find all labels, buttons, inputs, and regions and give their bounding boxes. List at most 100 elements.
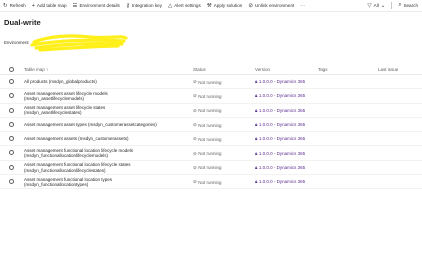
column-header-table-map[interactable]: Table map ↑ bbox=[24, 67, 48, 72]
column-header-last-issue[interactable]: Last issue bbox=[378, 67, 398, 72]
stopped-icon: ⊘ bbox=[193, 93, 197, 99]
table-map-name-line1: Asset management functional location lif… bbox=[24, 162, 131, 168]
version-link[interactable]: 🔒︎ 1.0.0.0 - Dynamics 365 bbox=[255, 122, 305, 127]
version-text: 1.0.0.0 - Dynamics 365 bbox=[258, 122, 306, 128]
add-table-map-label: Add table map bbox=[36, 3, 67, 8]
table-map-name-line2: (msdyn_functionallocationlifecyclemodels… bbox=[24, 153, 109, 159]
row-select-radio[interactable] bbox=[9, 79, 14, 84]
environment-label: Environment bbox=[4, 40, 29, 45]
version-text: 1.0.0.0 - Dynamics 365 bbox=[258, 179, 306, 185]
table-map-name-line2: (msdyn_assetlifecyclestates) bbox=[24, 110, 82, 116]
unlink-environment-button[interactable]: ⊘ Unlink environment bbox=[248, 3, 294, 9]
stopped-icon: ⊘ bbox=[193, 136, 197, 142]
lock-icon: 🔒︎ bbox=[255, 107, 258, 113]
table-map-name[interactable]: Asset management functional location typ… bbox=[24, 177, 112, 188]
key-icon: ⚷ bbox=[125, 2, 130, 9]
environment-details-label: Environment details bbox=[79, 3, 120, 8]
table-row[interactable]: Asset management asset types (msdyn_cust… bbox=[0, 118, 422, 133]
row-select-radio[interactable] bbox=[9, 121, 14, 127]
lock-icon: 🔒︎ bbox=[255, 93, 258, 99]
table-row[interactable]: Asset management assets (msdyn_customera… bbox=[0, 132, 422, 147]
lock-icon: 🔒︎ bbox=[255, 164, 258, 170]
status-text: Not running bbox=[198, 79, 222, 85]
table-row[interactable]: Asset management asset lifecycle states … bbox=[0, 104, 422, 118]
lock-icon: 🔒︎ bbox=[255, 179, 258, 185]
version-link[interactable]: 🔒︎ 1.0.0.0 - Dynamics 365 bbox=[255, 165, 305, 170]
table-row[interactable]: Asset management asset lifecycle models … bbox=[0, 89, 422, 104]
row-select-radio[interactable] bbox=[9, 179, 14, 185]
filter-dropdown[interactable]: ▽ All ⌄ bbox=[367, 3, 385, 9]
version-link[interactable]: 🔒︎ 1.0.0.0 - Dynamics 365 bbox=[255, 179, 305, 184]
add-table-map-button[interactable]: + Add table map bbox=[32, 3, 67, 9]
status-cell: ⊘ Not running bbox=[193, 122, 222, 128]
version-link[interactable]: 🔒︎ 1.0.0.0 - Dynamics 365 bbox=[255, 151, 305, 156]
table-map-name[interactable]: Asset management functional location lif… bbox=[24, 148, 133, 159]
version-link[interactable]: 🔒︎ 1.0.0.0 - Dynamics 365 bbox=[255, 79, 305, 84]
table-row[interactable]: Asset management functional location typ… bbox=[0, 175, 422, 190]
list-icon: ☰ bbox=[72, 2, 78, 9]
unlink-environment-label: Unlink environment bbox=[254, 3, 295, 8]
row-select-radio[interactable] bbox=[9, 107, 14, 113]
table-map-name-line2: (msdyn_functionallocationtypes) bbox=[24, 181, 89, 187]
chevron-down-icon: ⌄ bbox=[380, 2, 386, 9]
table-map-name[interactable]: Asset management functional location lif… bbox=[24, 162, 131, 173]
integration-key-button[interactable]: ⚷ Integration key bbox=[126, 3, 162, 9]
table-map-name[interactable]: Asset management assets (msdyn_customera… bbox=[24, 136, 129, 141]
table-map-name[interactable]: Asset management asset types (msdyn_cust… bbox=[24, 122, 157, 127]
unlink-icon: ⊘ bbox=[248, 2, 253, 9]
command-bar-left: ↻ Refresh + Add table map ☰ Environment … bbox=[0, 3, 311, 9]
version-text: 1.0.0.0 - Dynamics 365 bbox=[258, 93, 306, 99]
version-text: 1.0.0.0 - Dynamics 365 bbox=[258, 150, 306, 156]
table-map-name-line1: Asset management asset types (msdyn_cust… bbox=[24, 122, 157, 128]
apply-solution-label: Apply solution bbox=[213, 3, 243, 8]
version-text: 1.0.0.0 - Dynamics 365 bbox=[258, 79, 306, 85]
alert-settings-label: Alert settings bbox=[174, 3, 201, 8]
status-text: Not running bbox=[198, 136, 222, 142]
table-map-name[interactable]: All products (msdyn_globalproducts) bbox=[24, 79, 97, 84]
search-label: Search bbox=[403, 3, 418, 8]
apply-solution-button[interactable]: ⚒ Apply solution bbox=[207, 3, 243, 9]
version-link[interactable]: 🔒︎ 1.0.0.0 - Dynamics 365 bbox=[255, 93, 305, 98]
status-cell: ⊘ Not running bbox=[193, 136, 222, 142]
version-link[interactable]: 🔒︎ 1.0.0.0 - Dynamics 365 bbox=[255, 108, 305, 113]
column-header-status[interactable]: Status bbox=[193, 67, 206, 72]
lock-icon: 🔒︎ bbox=[255, 122, 258, 128]
version-link[interactable]: 🔒︎ 1.0.0.0 - Dynamics 365 bbox=[255, 136, 305, 141]
version-text: 1.0.0.0 - Dynamics 365 bbox=[258, 136, 306, 142]
environment-details-button[interactable]: ☰ Environment details bbox=[73, 3, 120, 9]
row-select-radio[interactable] bbox=[9, 93, 14, 99]
command-bar-right: ▽ All ⌄ ⌕ Search bbox=[367, 0, 418, 11]
status-text: Not running bbox=[198, 122, 222, 128]
refresh-button[interactable]: ↻ Refresh bbox=[3, 3, 26, 9]
stopped-icon: ⊘ bbox=[193, 150, 197, 156]
lock-icon: 🔒︎ bbox=[255, 150, 258, 156]
table-map-name-line2: (msdyn_assetlifecyclemodels) bbox=[24, 96, 85, 102]
row-select-radio[interactable] bbox=[9, 136, 14, 142]
row-select-radio[interactable] bbox=[9, 150, 14, 156]
version-text: 1.0.0.0 - Dynamics 365 bbox=[258, 164, 306, 170]
search-box[interactable]: ⌕ Search bbox=[398, 2, 418, 9]
stopped-icon: ⊘ bbox=[193, 79, 197, 85]
more-icon: ··· bbox=[300, 3, 305, 8]
status-text: Not running bbox=[198, 93, 222, 99]
table-row[interactable]: All products (msdyn_globalproducts) ⊘ No… bbox=[0, 75, 422, 90]
lock-icon: 🔒︎ bbox=[255, 79, 258, 85]
select-all-radio[interactable] bbox=[9, 66, 14, 72]
alert-settings-button[interactable]: △ Alert settings bbox=[168, 3, 201, 9]
status-cell: ⊘ Not running bbox=[193, 79, 222, 85]
status-cell: ⊘ Not running bbox=[193, 108, 222, 114]
table-maps-grid: Table map ↑ Status Version Tags Last iss… bbox=[0, 64, 422, 190]
table-row[interactable]: Asset management functional location lif… bbox=[0, 161, 422, 176]
stopped-icon: ⊘ bbox=[193, 107, 197, 113]
column-header-tags[interactable]: Tags bbox=[318, 67, 328, 72]
toolbar-divider bbox=[391, 2, 393, 9]
row-select-radio[interactable] bbox=[9, 164, 14, 170]
table-row[interactable]: Asset management functional location lif… bbox=[0, 146, 422, 161]
stopped-icon: ⊘ bbox=[193, 122, 197, 128]
more-button[interactable]: ··· bbox=[300, 3, 305, 8]
column-header-version[interactable]: Version bbox=[255, 67, 270, 72]
table-map-name[interactable]: Asset management asset lifecycle models … bbox=[24, 91, 108, 102]
table-map-name[interactable]: Asset management asset lifecycle states … bbox=[24, 105, 105, 116]
table-map-name-line1: Asset management assets (msdyn_customera… bbox=[24, 136, 129, 142]
table-header: Table map ↑ Status Version Tags Last iss… bbox=[0, 64, 422, 75]
